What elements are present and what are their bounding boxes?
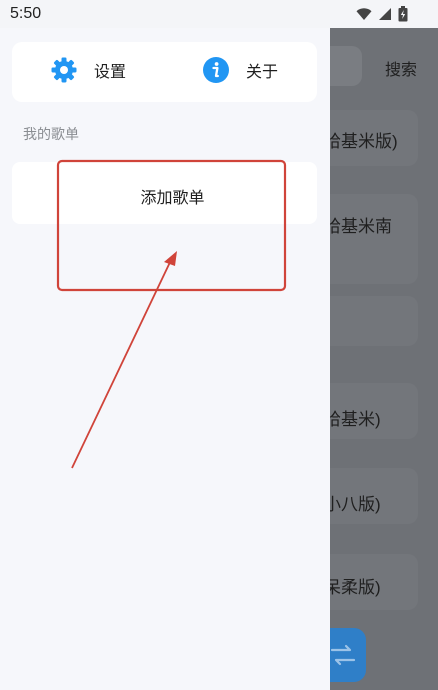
settings-menu-item[interactable]: 设置 <box>50 56 126 84</box>
add-playlist-button[interactable]: 添加歌单 <box>12 162 317 224</box>
battery-icon <box>398 6 408 22</box>
background-search-box <box>330 46 362 86</box>
signal-icon <box>379 8 391 20</box>
status-icons <box>356 6 408 22</box>
background-app: 搜索 哈基米版) 哈基米南 哈基米) 小八版) 呆柔版) <box>324 28 438 690</box>
background-row-text: 呆柔版) <box>324 578 381 597</box>
gear-icon <box>51 57 77 83</box>
about-label: 关于 <box>246 64 279 81</box>
add-playlist-label: 添加歌单 <box>140 190 205 207</box>
status-time: 5:50 <box>10 5 42 22</box>
settings-label: 设置 <box>94 64 127 81</box>
info-icon <box>203 57 229 83</box>
wifi-icon <box>356 8 372 20</box>
background-row-text: 哈基米) <box>324 410 381 429</box>
background-search-label: 搜索 <box>385 62 418 79</box>
my-playlists-title: 我的歌单 <box>23 126 79 142</box>
background-swap-button <box>330 628 366 682</box>
background-row <box>330 194 418 284</box>
background-row-text: 小八版) <box>324 495 381 514</box>
swap-icon <box>330 644 356 666</box>
background-row-text: 哈基米南 <box>324 217 392 236</box>
navigation-drawer: 设置 关于 我的歌单 添加歌单 <box>0 28 330 690</box>
background-row <box>330 296 418 346</box>
about-menu-item[interactable]: 关于 <box>202 56 278 84</box>
status-bar: 5:50 <box>0 0 438 28</box>
background-row-text: 哈基米版) <box>324 132 398 151</box>
top-menu-card: 设置 关于 <box>12 42 317 102</box>
